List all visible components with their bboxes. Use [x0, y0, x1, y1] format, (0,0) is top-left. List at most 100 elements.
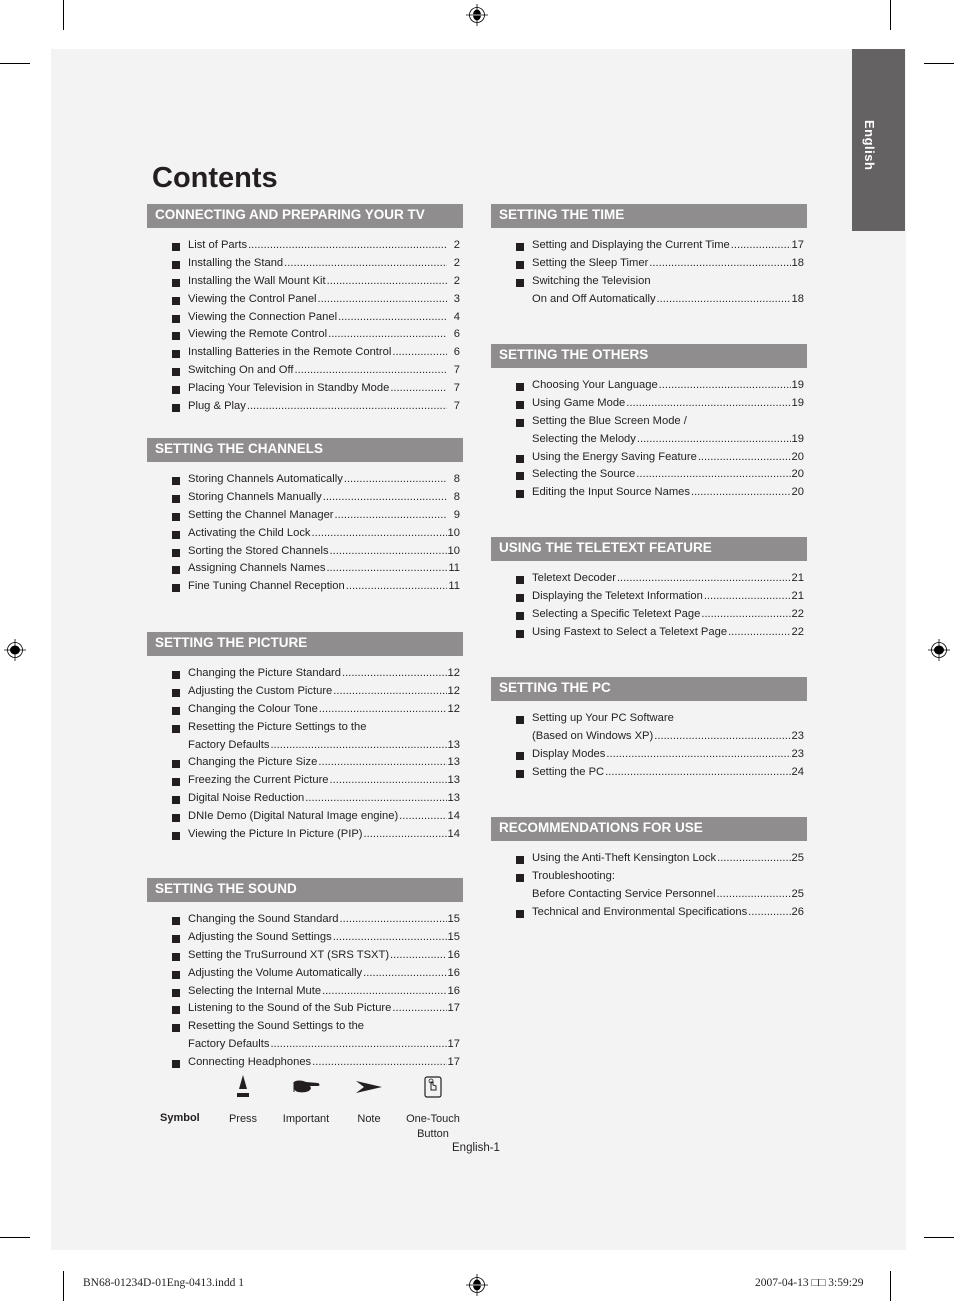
page-number: English-1 — [452, 1142, 500, 1154]
toc-page-number: 21 — [791, 589, 804, 602]
toc-entry-title: Adjusting the Sound Settings — [188, 930, 332, 943]
dot-leader — [701, 606, 790, 624]
toc-entry[interactable]: Troubleshooting: Before Contacting Servic… — [491, 868, 807, 904]
toc-entry[interactable]: DNIe Demo (Digital Natural Image engine)… — [147, 808, 463, 826]
toc-entry-title: Viewing the Picture In Picture (PIP) — [188, 828, 363, 841]
toc-entry[interactable]: Resetting the Sound Settings to the Facto… — [147, 1018, 463, 1054]
toc-entry-title: Viewing the Connection Panel — [188, 310, 338, 323]
toc-entry[interactable]: Changing the Picture Size 13 — [147, 754, 463, 772]
toc-entry-line: Using Fastext to Select a Teletext Page 2… — [532, 624, 804, 642]
toc-entry-title: Resetting the Picture Settings to the — [188, 720, 367, 733]
square-bullet-icon — [172, 1060, 180, 1069]
symbol-note: Note — [346, 1072, 392, 1127]
toc-entry[interactable]: Selecting the Internal Mute 16 — [147, 983, 463, 1001]
toc-entry[interactable]: Display Modes 23 — [491, 746, 807, 764]
toc-entry[interactable]: Storing Channels Manually 8 — [147, 489, 463, 507]
toc-entry[interactable]: Viewing the Remote Control 6 — [147, 326, 463, 344]
toc-entry[interactable]: Selecting the Source 20 — [491, 466, 807, 484]
toc-entry-title: Setting the TruSurround XT (SRS TSXT) — [188, 948, 390, 961]
crop-mark — [924, 63, 954, 64]
toc-entry[interactable]: Installing the Stand 2 — [147, 255, 463, 273]
toc-entry[interactable]: Setting the Sleep Timer 18 — [491, 255, 807, 273]
toc-entry[interactable]: Viewing the Control Panel 3 — [147, 291, 463, 309]
toc-entry[interactable]: Setting and Displaying the Current Time 1… — [491, 237, 807, 255]
toc-entry[interactable]: Placing Your Television in Standby Mode 7 — [147, 380, 463, 398]
toc-entry[interactable]: Installing Batteries in the Remote Contr… — [147, 344, 463, 362]
toc-page-number: 13 — [447, 774, 460, 787]
toc-entry-title: Fine Tuning Channel Reception — [188, 580, 345, 593]
toc-entry[interactable]: Displaying the Teletext Information 21 — [491, 588, 807, 606]
important-hand-icon — [293, 1080, 320, 1093]
toc-entry-title: Adjusting the Custom Picture — [188, 684, 333, 697]
toc-entry[interactable]: Setting the Channel Manager 9 — [147, 507, 463, 525]
toc-entry[interactable]: Connecting Headphones 17 — [147, 1054, 463, 1072]
toc-entry[interactable]: Setting the TruSurround XT (SRS TSXT) 16 — [147, 947, 463, 965]
one-touch-button-icon — [424, 1076, 442, 1098]
toc-entry[interactable]: Adjusting the Volume Automatically 16 — [147, 965, 463, 983]
toc-entry[interactable]: Viewing the Picture In Picture (PIP) 14 — [147, 826, 463, 844]
toc-entry-title: Installing the Wall Mount Kit — [188, 274, 326, 287]
toc-entry[interactable]: Changing the Picture Standard 12 — [147, 665, 463, 683]
toc-entry-list: Changing the Picture Standard12Adjusting… — [147, 665, 463, 844]
toc-entry[interactable]: Activating the Child Lock 10 — [147, 525, 463, 543]
toc-entry[interactable]: Plug & Play 7 — [147, 398, 463, 416]
toc-entry[interactable]: Editing the Input Source Names 20 — [491, 484, 807, 502]
toc-entry[interactable]: Using the Energy Saving Feature 20 — [491, 449, 807, 467]
toc-entry-line: Adjusting the Custom Picture 12 — [188, 683, 460, 701]
dot-leader — [364, 826, 447, 844]
toc-entry[interactable]: Assigning Channels Names 11 — [147, 560, 463, 578]
toc-section: SETTING THE PC Setting up Your PC Softwar… — [491, 677, 807, 782]
toc-entry[interactable]: List of Parts 2 — [147, 237, 463, 255]
toc-entry[interactable]: Changing the Colour Tone 12 — [147, 701, 463, 719]
square-bullet-icon — [516, 751, 524, 760]
toc-entry-line: Displaying the Teletext Information 21 — [532, 588, 804, 606]
toc-entry[interactable]: Setting up Your PC Software (Based on Win… — [491, 710, 807, 746]
dot-leader — [390, 947, 447, 965]
toc-entry[interactable]: Digital Noise Reduction 13 — [147, 790, 463, 808]
toc-page-number: 4 — [453, 310, 460, 323]
dot-leader — [346, 578, 447, 596]
toc-section: CONNECTING AND PREPARING YOUR TV List of … — [147, 204, 463, 416]
toc-entry[interactable]: Technical and Environmental Specificatio… — [491, 904, 807, 922]
toc-entry[interactable]: Adjusting the Custom Picture 12 — [147, 683, 463, 701]
toc-entry[interactable]: Switching the Television On and Off Autom… — [491, 273, 807, 309]
dot-leader — [330, 543, 447, 561]
toc-entry-title: Selecting the Source — [532, 468, 636, 481]
toc-entry-line: Selecting the Internal Mute 16 — [188, 983, 460, 1001]
toc-entry[interactable]: Switching On and Off 7 — [147, 362, 463, 380]
toc-entry-title: Changing the Sound Standard — [188, 913, 339, 925]
toc-entry[interactable]: Teletext Decoder 21 — [491, 570, 807, 588]
square-bullet-icon — [516, 856, 524, 864]
square-bullet-icon — [172, 386, 180, 395]
toc-page-number: 23 — [791, 747, 804, 760]
toc-entry[interactable]: Adjusting the Sound Settings 15 — [147, 929, 463, 947]
toc-entry-title: Setting the Channel Manager — [188, 508, 334, 521]
square-bullet-icon — [172, 934, 180, 943]
toc-entry[interactable]: Using Game Mode 19 — [491, 395, 807, 413]
toc-entry-line: Plug & Play 7 — [188, 398, 460, 416]
toc-entry[interactable]: Viewing the Connection Panel 4 — [147, 309, 463, 327]
language-tab-label: English — [862, 120, 877, 171]
toc-entry[interactable]: Fine Tuning Channel Reception 11 — [147, 578, 463, 596]
toc-entry[interactable]: Using the Anti-Theft Kensington Lock 25 — [491, 850, 807, 868]
registration-mark-icon — [4, 639, 26, 661]
toc-entry[interactable]: Changing the Sound Standard 15 — [147, 911, 463, 929]
toc-entry[interactable]: Freezing the Current Picture 13 — [147, 772, 463, 790]
toc-entry-line: Resetting the Sound Settings to the — [188, 1018, 460, 1036]
toc-entry[interactable]: Choosing Your Language 19 — [491, 377, 807, 395]
toc-entry[interactable]: Resetting the Picture Settings to the Fac… — [147, 719, 463, 755]
toc-entry-line: Listening to the Sound of the Sub Pictur… — [188, 1000, 460, 1018]
toc-entry[interactable]: Selecting a Specific Teletext Page 22 — [491, 606, 807, 624]
toc-entry[interactable]: Sorting the Stored Channels 10 — [147, 543, 463, 561]
toc-entry[interactable]: Setting the Blue Screen Mode / Selecting … — [491, 413, 807, 449]
toc-entry-title: Assigning Channels Names — [188, 562, 326, 575]
toc-entry[interactable]: Using Fastext to Select a Teletext Page 2… — [491, 624, 807, 642]
toc-entry[interactable]: Setting the PC 24 — [491, 764, 807, 782]
toc-entry[interactable]: Installing the Wall Mount Kit 2 — [147, 273, 463, 291]
toc-page-number: 17 — [447, 1038, 460, 1051]
toc-entry[interactable]: Listening to the Sound of the Sub Pictur… — [147, 1000, 463, 1018]
toc-entry-line: Factory Defaults 17 — [188, 1036, 460, 1054]
toc-entry[interactable]: Storing Channels Automatically 8 — [147, 471, 463, 489]
toc-entry-line: Viewing the Remote Control 6 — [188, 326, 460, 344]
toc-section: RECOMMENDATIONS FOR USE Using the Anti-Th… — [491, 817, 807, 922]
